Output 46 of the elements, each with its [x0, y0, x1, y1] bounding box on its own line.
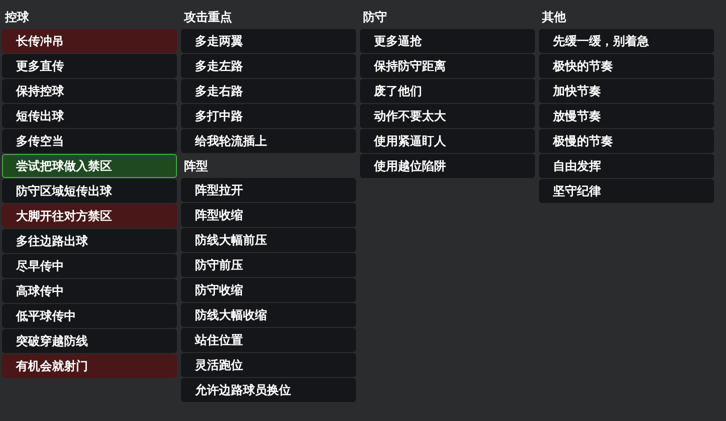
tactic-option[interactable]: 自由发挥 — [539, 154, 714, 178]
tactic-option[interactable]: 废了他们 — [360, 79, 535, 103]
tactic-option[interactable]: 放慢节奏 — [539, 104, 714, 128]
tactic-option[interactable]: 先缓一缓，别着急 — [539, 29, 714, 53]
tactic-option[interactable]: 防守收缩 — [181, 278, 356, 302]
tactic-option[interactable]: 保持防守距离 — [360, 54, 535, 78]
tactic-option[interactable]: 动作不要太大 — [360, 104, 535, 128]
tactic-option[interactable]: 长传冲吊 — [2, 29, 177, 53]
tactic-option[interactable]: 防守区域短传出球 — [2, 179, 177, 203]
tactic-option[interactable]: 尝试把球做入禁区 — [2, 154, 177, 178]
tactic-option[interactable]: 阵型拉开 — [181, 178, 356, 202]
tactic-option[interactable]: 多走左路 — [181, 54, 356, 78]
tactic-option[interactable]: 防线大幅前压 — [181, 228, 356, 252]
tactic-option[interactable]: 尽早传中 — [2, 254, 177, 278]
tactic-option[interactable]: 突破穿越防线 — [2, 329, 177, 353]
tactic-option[interactable]: 灵活跑位 — [181, 353, 356, 377]
tactic-option[interactable]: 阵型收缩 — [181, 203, 356, 227]
tactic-option[interactable]: 加快节奏 — [539, 79, 714, 103]
section-title: 阵型 — [183, 158, 209, 175]
tactic-option[interactable]: 多往边路出球 — [2, 229, 177, 253]
tactic-option[interactable]: 多走两翼 — [181, 29, 356, 53]
section-title: 其他 — [541, 9, 567, 26]
tactic-option[interactable]: 使用紧逼盯人 — [360, 129, 535, 153]
tactic-option[interactable]: 防守前压 — [181, 253, 356, 277]
tactic-option[interactable]: 保持控球 — [2, 79, 177, 103]
tactic-option[interactable]: 站住位置 — [181, 328, 356, 352]
tactic-option[interactable]: 多打中路 — [181, 104, 356, 128]
section-title: 防守 — [362, 9, 388, 26]
tactic-option[interactable]: 更多逼抢 — [360, 29, 535, 53]
tactic-option[interactable]: 高球传中 — [2, 279, 177, 303]
tactic-option[interactable]: 坚守纪律 — [539, 179, 714, 203]
tactic-option[interactable]: 多走右路 — [181, 79, 356, 103]
section-title: 攻击重点 — [182, 9, 233, 26]
tactic-option[interactable]: 大脚开往对方禁区 — [2, 204, 177, 228]
tactic-option[interactable]: 给我轮流插上 — [181, 129, 356, 153]
section-title: 控球 — [4, 9, 30, 26]
tactic-option[interactable]: 使用越位陷阱 — [360, 154, 535, 178]
tactic-option[interactable]: 低平球传中 — [2, 304, 177, 328]
tactic-option[interactable]: 防线大幅收缩 — [181, 303, 356, 327]
tactic-option[interactable]: 更多直传 — [2, 54, 177, 78]
tactic-option[interactable]: 多传空当 — [2, 129, 177, 153]
tactic-option[interactable]: 短传出球 — [2, 104, 177, 128]
tactic-option[interactable]: 极快的节奏 — [539, 54, 714, 78]
tactic-option[interactable]: 极慢的节奏 — [539, 129, 714, 153]
tactic-option[interactable]: 有机会就射门 — [2, 354, 177, 378]
tactic-option[interactable]: 允许边路球员换位 — [181, 378, 356, 402]
